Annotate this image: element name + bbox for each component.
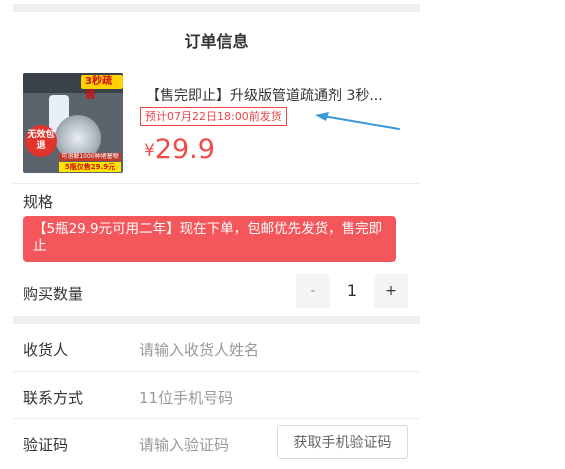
thumbnail-stamp: 无效包退 [25, 125, 57, 157]
price-value: 29.9 [154, 134, 215, 165]
get-sms-code-button[interactable]: 获取手机验证码 [277, 425, 408, 459]
phone-label: 联系方式 [23, 389, 84, 407]
product-price: ¥29.9 [144, 134, 215, 165]
quantity-plus-button[interactable]: + [374, 274, 408, 308]
divider [13, 418, 420, 419]
divider [13, 183, 420, 184]
phone-input[interactable]: 11位手机号码 [139, 387, 233, 408]
top-gap-bar [13, 4, 420, 12]
quantity-label: 购买数量 [23, 285, 84, 303]
verification-code-input[interactable]: 请输入验证码 [139, 434, 229, 455]
thumbnail-caption: 可溶解1000种堵塞物 [59, 153, 121, 161]
shipping-estimate-tag: 预计07月22日18:00前发货 [140, 107, 287, 126]
price-currency: ¥ [144, 141, 155, 161]
page-title: 订单信息 [184, 32, 249, 51]
receiver-label: 收货人 [23, 341, 69, 359]
quantity-minus-button[interactable]: - [296, 274, 330, 308]
thumbnail-price-caption: 5瓶仅售29.9元 [59, 162, 121, 172]
quantity-value[interactable]: 1 [335, 274, 369, 308]
product-thumbnail[interactable]: 3秒疏通 无效包退 可溶解1000种堵塞物 5瓶仅售29.9元 [23, 73, 123, 173]
receiver-name-input[interactable]: 请输入收货人姓名 [139, 339, 259, 360]
annotation-arrow-icon [315, 112, 400, 130]
verification-code-label: 验证码 [23, 436, 69, 454]
product-name: 【售完即止】升级版管道疏通剂 3秒... [146, 88, 383, 104]
section-gap [13, 316, 420, 324]
divider [13, 371, 420, 372]
spec-label: 规格 [23, 193, 54, 211]
spec-option-selected[interactable]: 【5瓶29.9元可用二年】现在下单，包邮优先发货，售完即止 [23, 216, 396, 262]
order-panel: 订单信息 3秒疏通 无效包退 可溶解1000种堵塞物 5瓶仅售29.9元 【售完… [13, 0, 420, 469]
thumbnail-badge: 3秒疏通 [81, 75, 123, 101]
